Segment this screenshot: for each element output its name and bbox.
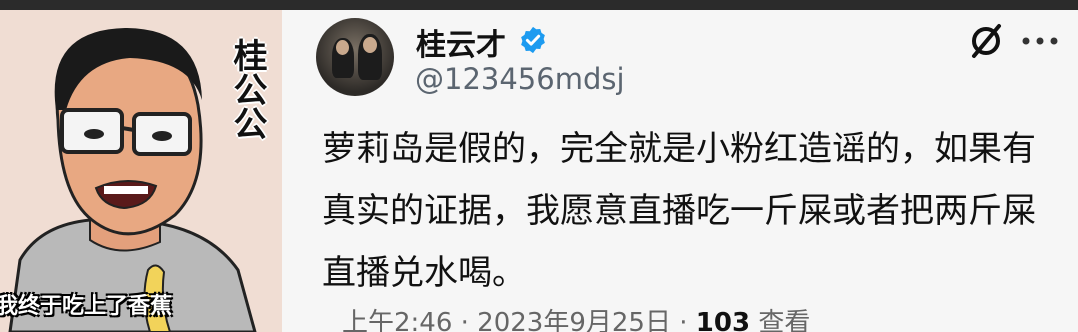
views-count: 103 [695,308,751,332]
grok-icon[interactable] [968,20,1004,62]
tweet-text: 萝莉岛是假的，完全就是小粉红造谣的，如果有真实的证据，我愿意直播吃一斤屎或者把两… [322,129,1036,293]
tweet-meta: 上午2:46 · 2023年9月25日 · 103 查看 [342,302,810,332]
more-options-icon[interactable] [1018,20,1062,62]
cartoon-illustration: 桂公公 我终于吃上了香蕉 [0,10,282,332]
cartoon-title: 桂公公 [227,38,267,140]
video-top-strip [0,0,1078,10]
cartoon-caption: 我终于吃上了香蕉 [0,294,173,319]
author-name[interactable]: 桂云才 [416,20,506,64]
verified-badge-icon [521,26,545,54]
avatar[interactable] [316,18,394,96]
tweet-timestamp[interactable]: 上午2:46 · 2023年9月25日 · [342,308,696,332]
author-handle[interactable]: @123456mdsj [415,62,625,96]
tweet-card: 桂云才 @123456mdsj 萝莉岛是假的，完全就是小粉红造谣的，如果有真实的… [282,10,1078,332]
views-label: 查看 [750,308,811,332]
